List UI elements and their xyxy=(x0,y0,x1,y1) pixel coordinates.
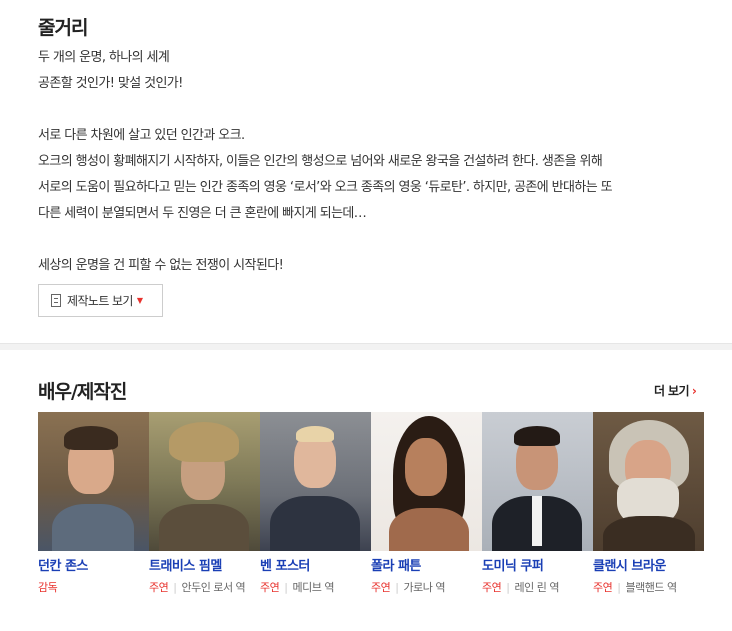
cast-list: 던칸 존스 감독 트래비스 핌멜 주연 | 안두인 로서 역 벤 포스터 주연 | 메디… xyxy=(38,412,704,627)
cast-role: 주연 | 가로나 역 xyxy=(371,581,445,594)
plot-title: 줄거리 xyxy=(38,17,88,39)
cast-role: 주연 | 블랙핸드 역 xyxy=(593,581,677,594)
cast-role-type: 주연 xyxy=(371,581,391,594)
more-cast-label: 더 보기 xyxy=(654,384,690,398)
cast-role: 주연 | 안두인 로서 역 xyxy=(149,581,246,594)
cast-character: 안두인 로서 역 xyxy=(181,581,246,594)
document-icon xyxy=(51,294,61,307)
cast-photo[interactable] xyxy=(593,412,704,551)
cast-role: 주연 | 메디브 역 xyxy=(260,581,334,594)
cast-name[interactable]: 도미닉 쿠퍼 xyxy=(482,555,544,574)
movie-detail-page: 줄거리 두 개의 운명, 하나의 세계 공존할 것인가! 맞설 것인가! 서로 … xyxy=(0,0,732,631)
cast-card[interactable]: 폴라 패튼 주연 | 가로나 역 xyxy=(371,412,482,594)
plot-line: 서로의 도움이 필요하다고 믿는 인간 종족의 영웅 ‘로서’와 오크 종족의 … xyxy=(38,180,613,195)
section-divider xyxy=(0,343,732,350)
cast-role: 주연 | 레인 린 역 xyxy=(482,581,559,594)
cast-role-type: 주연 xyxy=(260,581,280,594)
cast-photo[interactable] xyxy=(260,412,371,551)
plot-line: 두 개의 운명, 하나의 세계 xyxy=(38,50,170,65)
cast-role-type: 주연 xyxy=(149,581,169,594)
cast-name[interactable]: 폴라 패튼 xyxy=(371,555,421,574)
cast-role-type: 주연 xyxy=(482,581,502,594)
cast-card[interactable]: 던칸 존스 감독 xyxy=(38,412,149,594)
plot-line xyxy=(38,227,708,253)
cast-role-type: 주연 xyxy=(593,581,613,594)
plot-line: 오크의 행성이 황폐해지기 시작하자, 이들은 인간의 행성으로 넘어와 새로운… xyxy=(38,154,603,169)
cast-role: 감독 xyxy=(38,578,146,597)
production-note-label: 제작노트 보기 xyxy=(67,294,133,308)
plot-line: 공존할 것인가! 맞설 것인가! xyxy=(38,76,183,91)
cast-section-title: 배우/제작진 xyxy=(38,381,127,403)
cast-character: 가로나 역 xyxy=(403,581,445,594)
chevron-right-icon: › xyxy=(691,384,697,398)
cast-card[interactable]: 트래비스 핌멜 주연 | 안두인 로서 역 xyxy=(149,412,260,594)
plot-line: 서로 다른 차원에 살고 있던 인간과 오크. xyxy=(38,128,245,143)
plot-line xyxy=(38,97,708,123)
cast-photo[interactable] xyxy=(482,412,593,551)
cast-name[interactable]: 던칸 존스 xyxy=(38,555,88,574)
cast-name[interactable]: 벤 포스터 xyxy=(260,555,310,574)
plot-line: 다른 세력이 분열되면서 두 진영은 더 큰 혼란에 빠지게 되는데… xyxy=(38,206,367,221)
cast-character: 메디브 역 xyxy=(292,581,334,594)
cast-card[interactable]: 벤 포스터 주연 | 메디브 역 xyxy=(260,412,371,594)
caret-down-icon: ▼ xyxy=(136,296,143,305)
more-cast-link[interactable]: 더 보기 › xyxy=(654,382,697,399)
cast-character: 레인 린 역 xyxy=(514,581,559,594)
production-note-button[interactable]: 제작노트 보기 ▼ xyxy=(38,284,163,317)
cast-card[interactable]: 도미닉 쿠퍼 주연 | 레인 린 역 xyxy=(482,412,593,594)
cast-photo[interactable] xyxy=(149,412,260,551)
cast-name[interactable]: 트래비스 핌멜 xyxy=(149,555,222,574)
plot-section: 줄거리 두 개의 운명, 하나의 세계 공존할 것인가! 맞설 것인가! 서로 … xyxy=(0,0,732,340)
plot-text: 두 개의 운명, 하나의 세계 공존할 것인가! 맞설 것인가! 서로 다른 차… xyxy=(38,45,708,279)
cast-role-type: 감독 xyxy=(38,581,58,594)
cast-photo[interactable] xyxy=(38,412,149,551)
cast-name[interactable]: 클랜시 브라운 xyxy=(593,555,666,574)
cast-photo[interactable] xyxy=(371,412,482,551)
plot-line: 세상의 운명을 건 피할 수 없는 전쟁이 시작된다! xyxy=(38,258,284,273)
cast-character: 블랙핸드 역 xyxy=(625,581,677,594)
cast-card[interactable]: 클랜시 브라운 주연 | 블랙핸드 역 xyxy=(593,412,704,594)
